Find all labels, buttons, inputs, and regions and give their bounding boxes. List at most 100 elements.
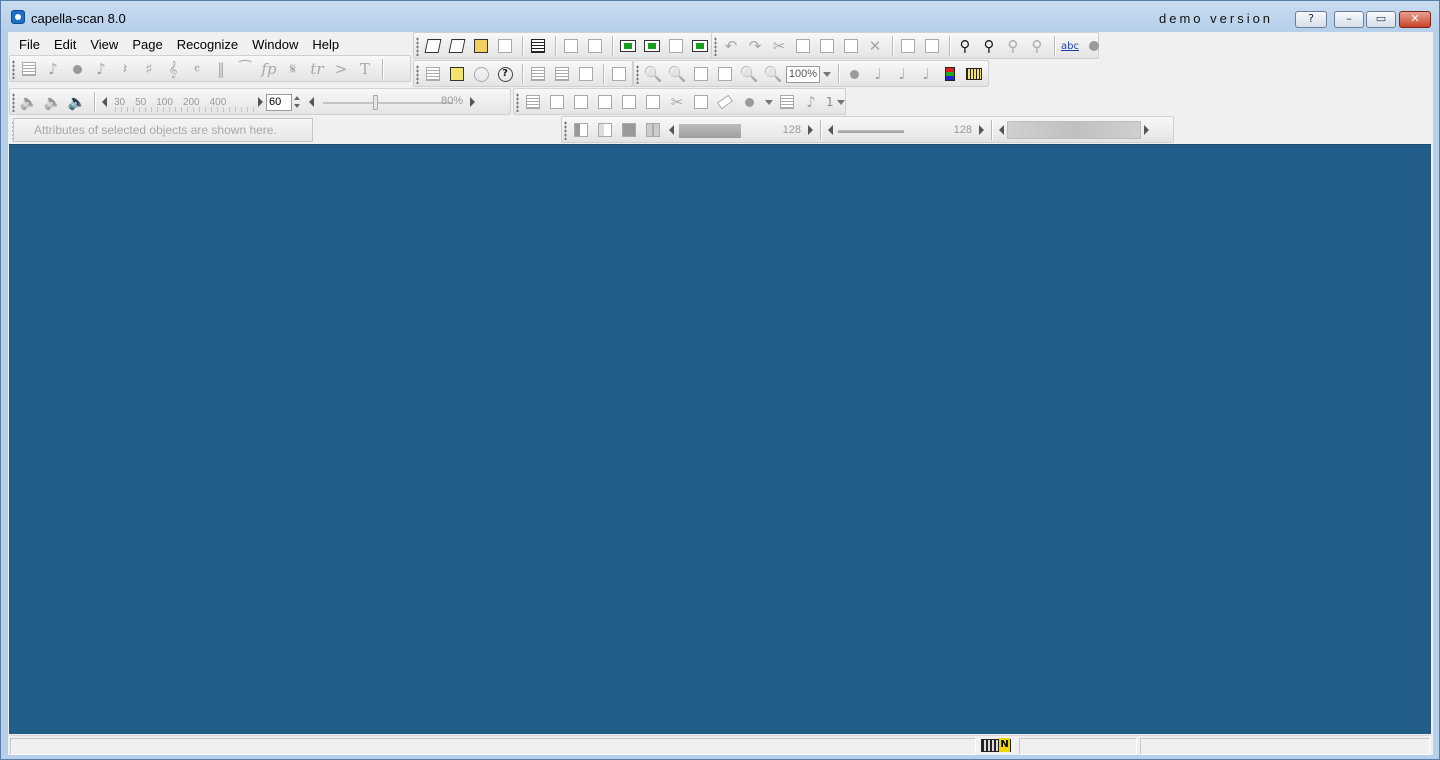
staff-lines-icon[interactable] xyxy=(18,58,40,80)
volume-thumb[interactable] xyxy=(373,95,378,110)
transfer-icon[interactable] xyxy=(665,35,687,57)
open-folder-icon[interactable] xyxy=(470,35,492,57)
speaker-on-icon[interactable]: 🔈 xyxy=(66,91,88,113)
rest-icon[interactable]: 𝄽 xyxy=(114,58,136,80)
staff-dropdown-chevron-icon[interactable] xyxy=(836,99,845,105)
deskew-icon[interactable] xyxy=(690,91,712,113)
tempo-left-arrow-icon[interactable] xyxy=(102,97,107,107)
keyboard-mode-icon[interactable] xyxy=(981,738,1011,752)
tempo-scale[interactable]: 30 50 100 200 400 xyxy=(110,92,255,112)
menu-view[interactable]: View xyxy=(83,34,125,54)
zoom-level-field[interactable]: 100% xyxy=(786,65,820,83)
tempo-right-arrow-icon[interactable] xyxy=(258,97,263,107)
paste-region-icon[interactable] xyxy=(921,35,943,57)
clef-icon[interactable]: 𝄞 xyxy=(162,58,184,80)
replace-icon[interactable]: ⚲ xyxy=(1002,35,1024,57)
import-icon[interactable] xyxy=(617,35,639,57)
contrast-slider[interactable]: 128 xyxy=(836,121,976,139)
barline-icon[interactable]: ‖ xyxy=(210,58,232,80)
speaker-mute-icon[interactable]: 🔈 xyxy=(42,91,64,113)
new-scan-icon[interactable] xyxy=(446,35,468,57)
brightness-right-arrow-icon[interactable] xyxy=(808,125,813,135)
minimize-button[interactable]: – xyxy=(1334,11,1364,28)
rotate-left-icon[interactable] xyxy=(546,91,568,113)
stamp-icon[interactable] xyxy=(1083,35,1105,57)
menu-edit[interactable]: Edit xyxy=(47,34,83,54)
menu-file[interactable]: File xyxy=(12,34,47,54)
speaker-off-icon[interactable]: 🔈 xyxy=(18,91,40,113)
menu-help[interactable]: Help xyxy=(305,34,346,54)
despeckle-icon[interactable] xyxy=(738,91,760,113)
segno-icon[interactable]: 𝄋 xyxy=(282,58,304,80)
toolbar-grip[interactable] xyxy=(714,37,717,56)
toolbar-grip[interactable] xyxy=(12,93,15,112)
close-button[interactable]: ✕ xyxy=(1399,11,1431,28)
toolbar-grip[interactable] xyxy=(12,60,15,79)
threshold-left-arrow-icon[interactable] xyxy=(999,125,1004,135)
properties-icon[interactable] xyxy=(527,35,549,57)
find-next-icon[interactable]: ⚲ xyxy=(978,35,1000,57)
flip-vertical-icon[interactable] xyxy=(642,91,664,113)
rotate-right-icon[interactable] xyxy=(570,91,592,113)
page-layout-icon[interactable] xyxy=(527,63,549,85)
recognize-settings-icon[interactable] xyxy=(446,63,468,85)
maximize-button[interactable]: ▭ xyxy=(1366,11,1396,28)
zoom-dropdown-chevron-icon[interactable] xyxy=(823,71,831,77)
counter-icon[interactable] xyxy=(963,63,985,85)
grace-note-icon[interactable]: ♪ xyxy=(90,58,112,80)
brightness-slider[interactable]: 128 xyxy=(677,121,805,139)
capella-app-icon[interactable] xyxy=(11,10,25,24)
toolbar-grip[interactable] xyxy=(564,121,567,140)
volume-right-arrow-icon[interactable] xyxy=(470,97,475,107)
replace-next-icon[interactable]: ⚲ xyxy=(1026,35,1048,57)
menu-page[interactable]: Page xyxy=(125,34,169,54)
clear-page-icon[interactable] xyxy=(608,63,630,85)
contrast-right-arrow-icon[interactable] xyxy=(979,125,984,135)
time-signature-icon[interactable]: 𝄴 xyxy=(186,58,208,80)
despeckle-dropdown-chevron-icon[interactable] xyxy=(765,99,773,105)
paint-icon[interactable]: ♩ xyxy=(915,63,937,85)
note-mode-icon[interactable]: ♩ xyxy=(867,63,889,85)
text-icon[interactable]: T xyxy=(354,58,376,80)
cut-icon[interactable]: ✂ xyxy=(768,35,790,57)
colors-icon[interactable] xyxy=(939,63,961,85)
crop-icon[interactable]: ✂ xyxy=(666,91,688,113)
page-lines-icon[interactable] xyxy=(551,63,573,85)
paste-icon[interactable] xyxy=(816,35,838,57)
redo-icon[interactable]: ↷ xyxy=(744,35,766,57)
staff-page-icon[interactable] xyxy=(776,91,798,113)
zoom-out-icon[interactable]: 🔍 xyxy=(762,63,784,85)
brush-icon[interactable]: ♩ xyxy=(891,63,913,85)
copy-icon[interactable] xyxy=(792,35,814,57)
spellcheck-icon[interactable]: abc xyxy=(1059,35,1081,57)
zoom-icon[interactable]: 🔍 xyxy=(642,63,664,85)
contrast-left-arrow-icon[interactable] xyxy=(828,125,833,135)
tempo-spinner[interactable] xyxy=(292,94,302,111)
send-capella-icon[interactable] xyxy=(689,35,711,57)
save-icon[interactable] xyxy=(494,35,516,57)
recognize-page-icon[interactable] xyxy=(422,63,444,85)
menu-recognize[interactable]: Recognize xyxy=(170,34,245,54)
save-page-icon[interactable] xyxy=(560,35,582,57)
record-icon[interactable] xyxy=(843,63,865,85)
volume-left-arrow-icon[interactable] xyxy=(309,97,314,107)
voice-icon[interactable]: ♪ xyxy=(800,91,822,113)
eighth-note-icon[interactable]: ♪ xyxy=(42,58,64,80)
zoom-in-icon[interactable]: 🔍 xyxy=(738,63,760,85)
trill-icon[interactable]: tr xyxy=(306,58,328,80)
page-split-icon[interactable] xyxy=(575,63,597,85)
menu-window[interactable]: Window xyxy=(245,34,305,54)
dynamics-icon[interactable]: fp xyxy=(258,58,280,80)
export-icon[interactable] xyxy=(641,35,663,57)
slur-icon[interactable]: ⁀ xyxy=(234,58,256,80)
paste-special-icon[interactable] xyxy=(840,35,862,57)
view-right-icon[interactable] xyxy=(594,119,616,141)
save-all-icon[interactable] xyxy=(584,35,606,57)
fit-width-icon[interactable] xyxy=(690,63,712,85)
tempo-field[interactable]: 60 xyxy=(266,93,292,111)
sharp-icon[interactable]: ♯ xyxy=(138,58,160,80)
view-split-icon[interactable] xyxy=(642,119,664,141)
delete-icon[interactable]: ✕ xyxy=(864,35,886,57)
threshold-right-arrow-icon[interactable] xyxy=(1144,125,1149,135)
eraser-icon[interactable] xyxy=(714,91,736,113)
